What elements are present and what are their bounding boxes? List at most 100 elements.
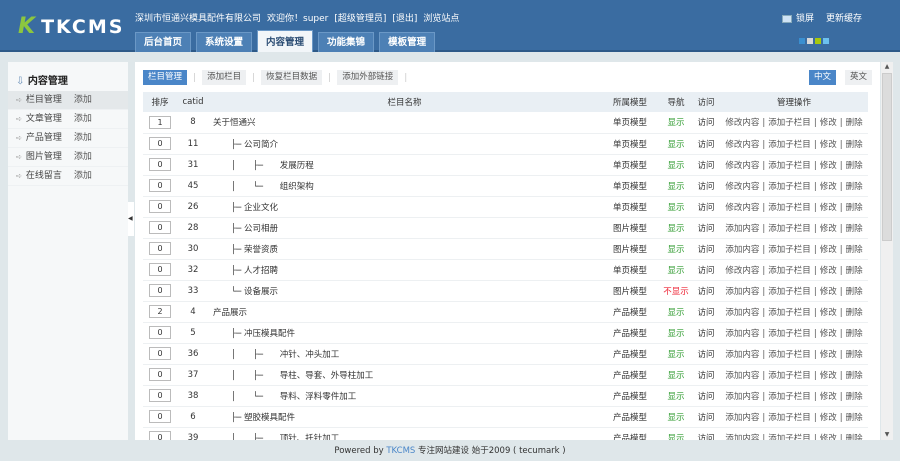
visit-link[interactable]: 访问 (692, 406, 720, 428)
content-action-link[interactable]: 添加内容 (725, 287, 759, 297)
sort-input[interactable]: 0 (149, 368, 171, 381)
delete-link[interactable]: 删除 (846, 287, 863, 297)
content-action-link[interactable]: 添加内容 (725, 224, 759, 234)
edit-link[interactable]: 修改 (820, 182, 837, 192)
add-subcategory-link[interactable]: 添加子栏目 (768, 434, 811, 441)
delete-link[interactable]: 删除 (846, 371, 863, 381)
visit-link[interactable]: 访问 (692, 112, 720, 134)
nav-status[interactable]: 显示 (660, 217, 692, 239)
visit-link[interactable]: 访问 (692, 259, 720, 281)
add-subcategory-link[interactable]: 添加子栏目 (768, 118, 811, 128)
sidebar-item-add-link[interactable]: 添加 (74, 110, 92, 128)
nav-status[interactable]: 显示 (660, 259, 692, 281)
nav-status[interactable]: 显示 (660, 112, 692, 134)
tab-home[interactable]: 后台首页 (135, 32, 192, 52)
tab-features[interactable]: 功能集锦 (318, 32, 375, 52)
delete-link[interactable]: 删除 (846, 350, 863, 360)
visit-link[interactable]: 访问 (692, 196, 720, 218)
delete-link[interactable]: 删除 (846, 308, 863, 318)
content-action-link[interactable]: 添加内容 (725, 434, 759, 441)
content-action-link[interactable]: 添加内容 (725, 329, 759, 339)
edit-link[interactable]: 修改 (820, 140, 837, 150)
sort-input[interactable]: 0 (149, 200, 171, 213)
sort-input[interactable]: 0 (149, 389, 171, 402)
lock-screen-button[interactable]: 锁屏 (781, 11, 814, 24)
scrollbar[interactable]: ▲ ▼ (881, 62, 893, 440)
subnav-button[interactable]: 栏目管理 (143, 70, 188, 85)
sidebar-item-add-link[interactable]: 添加 (74, 129, 92, 147)
nav-status[interactable]: 显示 (660, 154, 692, 176)
edit-link[interactable]: 修改 (820, 350, 837, 360)
content-action-link[interactable]: 添加内容 (725, 245, 759, 255)
content-action-link[interactable]: 修改内容 (725, 203, 759, 213)
add-subcategory-link[interactable]: 添加子栏目 (768, 266, 811, 276)
browse-site-link[interactable]: 浏览站点 (423, 11, 459, 24)
scroll-down-icon[interactable]: ▼ (881, 430, 893, 440)
sidebar-item[interactable]: ➪ 在线留言 添加 (8, 167, 128, 186)
visit-link[interactable]: 访问 (692, 280, 720, 302)
tab-system-settings[interactable]: 系统设置 (196, 32, 253, 52)
skin-swatch[interactable] (815, 38, 821, 44)
delete-link[interactable]: 删除 (846, 140, 863, 150)
nav-status[interactable]: 显示 (660, 364, 692, 386)
visit-link[interactable]: 访问 (692, 217, 720, 239)
sort-input[interactable]: 0 (149, 221, 171, 234)
sidebar-item-add-link[interactable]: 添加 (74, 91, 92, 109)
add-subcategory-link[interactable]: 添加子栏目 (768, 392, 811, 402)
add-subcategory-link[interactable]: 添加子栏目 (768, 413, 811, 423)
sidebar-item-add-link[interactable]: 添加 (74, 148, 92, 166)
role-link[interactable]: [超级管理员] (334, 11, 386, 24)
sort-input[interactable]: 0 (149, 431, 171, 440)
sidebar-item-label[interactable]: 栏目管理 (26, 91, 74, 109)
sidebar-item[interactable]: ➪ 文章管理 添加 (8, 110, 128, 129)
edit-link[interactable]: 修改 (820, 118, 837, 128)
add-subcategory-link[interactable]: 添加子栏目 (768, 371, 811, 381)
edit-link[interactable]: 修改 (820, 392, 837, 402)
sidebar-item[interactable]: ➪ 图片管理 添加 (8, 148, 128, 167)
visit-link[interactable]: 访问 (692, 133, 720, 155)
sort-input[interactable]: 0 (149, 347, 171, 360)
content-action-link[interactable]: 修改内容 (725, 118, 759, 128)
nav-status[interactable]: 显示 (660, 238, 692, 260)
skin-swatch[interactable] (799, 38, 805, 44)
edit-link[interactable]: 修改 (820, 161, 837, 171)
nav-status[interactable]: 不显示 (660, 280, 692, 302)
visit-link[interactable]: 访问 (692, 385, 720, 407)
sidebar-item-label[interactable]: 图片管理 (26, 148, 74, 166)
add-subcategory-link[interactable]: 添加子栏目 (768, 245, 811, 255)
sort-input[interactable]: 0 (149, 158, 171, 171)
sort-input[interactable]: 0 (149, 326, 171, 339)
skin-swatch[interactable] (823, 38, 829, 44)
visit-link[interactable]: 访问 (692, 238, 720, 260)
skin-swatch[interactable] (807, 38, 813, 44)
edit-link[interactable]: 修改 (820, 224, 837, 234)
footer-brand-link[interactable]: TKCMS (386, 446, 415, 456)
sidebar-item[interactable]: ➪ 栏目管理 添加 (8, 91, 128, 110)
nav-status[interactable]: 显示 (660, 301, 692, 323)
add-subcategory-link[interactable]: 添加子栏目 (768, 224, 811, 234)
content-action-link[interactable]: 修改内容 (725, 182, 759, 192)
delete-link[interactable]: 删除 (846, 224, 863, 234)
subnav-button[interactable]: 添加外部链接 (337, 70, 399, 85)
delete-link[interactable]: 删除 (846, 182, 863, 192)
subnav-button[interactable]: 恢复栏目数据 (261, 70, 323, 85)
delete-link[interactable]: 删除 (846, 245, 863, 255)
visit-link[interactable]: 访问 (692, 154, 720, 176)
add-subcategory-link[interactable]: 添加子栏目 (768, 161, 811, 171)
delete-link[interactable]: 删除 (846, 203, 863, 213)
lang-chinese-button[interactable]: 中文 (808, 70, 836, 85)
add-subcategory-link[interactable]: 添加子栏目 (768, 308, 811, 318)
edit-link[interactable]: 修改 (820, 413, 837, 423)
delete-link[interactable]: 删除 (846, 434, 863, 441)
add-subcategory-link[interactable]: 添加子栏目 (768, 182, 811, 192)
sort-input[interactable]: 0 (149, 284, 171, 297)
edit-link[interactable]: 修改 (820, 245, 837, 255)
sort-input[interactable]: 0 (149, 410, 171, 423)
delete-link[interactable]: 删除 (846, 118, 863, 128)
collapse-sidebar-toggle[interactable]: ◀ (128, 202, 134, 236)
sidebar-item[interactable]: ➪ 产品管理 添加 (8, 129, 128, 148)
sort-input[interactable]: 0 (149, 242, 171, 255)
content-action-link[interactable]: 修改内容 (725, 140, 759, 150)
sidebar-item-label[interactable]: 产品管理 (26, 129, 74, 147)
scroll-up-icon[interactable]: ▲ (881, 62, 893, 72)
